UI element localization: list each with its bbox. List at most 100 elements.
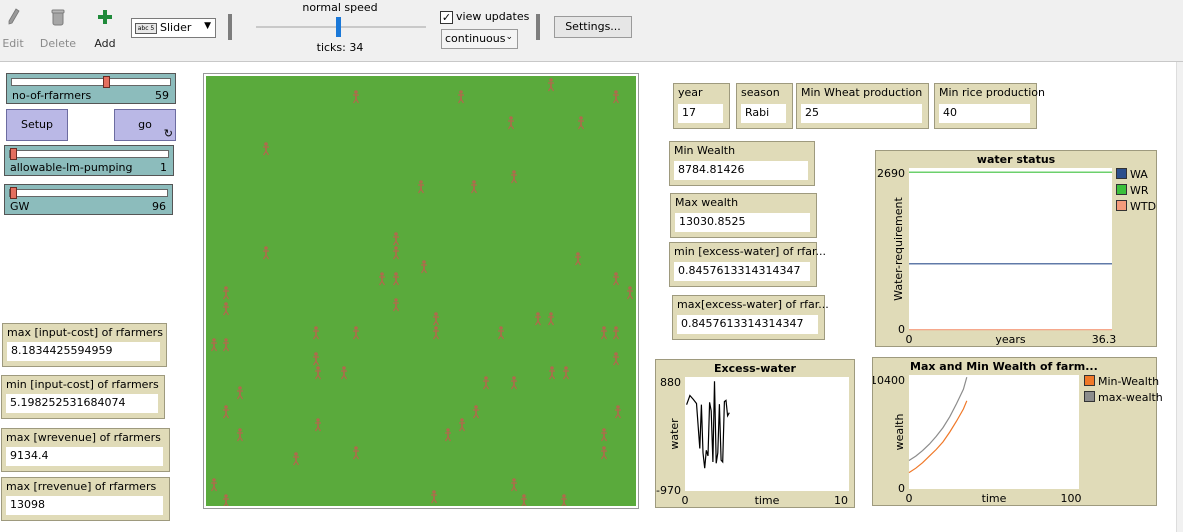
setup-button-label: Setup (20, 118, 54, 131)
view-updates-label: view updates (456, 10, 530, 23)
slider-value: 59 (155, 89, 169, 102)
slider-allowable-lm-pumping[interactable]: allowable-lm-pumping 1 (4, 145, 174, 176)
x-axis-min-label: 0 (906, 492, 913, 505)
monitor-label: Min Wealth (674, 144, 736, 157)
slider-thumb[interactable] (10, 148, 17, 160)
monitor-label: min [excess-water] of rfar... (674, 245, 827, 258)
add-label: Add (94, 37, 116, 50)
monitor-min-input-cost: min [input-cost] of rfarmers 5.198252531… (1, 375, 165, 419)
slider-gw[interactable]: GW 96 (4, 184, 173, 215)
interface-toolbar: Edit Delete Add abc 5 Slider ▼ normal sp… (0, 0, 1183, 62)
monitor-max-excess-water: max[excess-water] of rfar... 0.845761331… (672, 295, 829, 340)
monitor-label: max [rrevenue] of rfarmers (6, 480, 157, 493)
settings-button[interactable]: Settings... (554, 16, 632, 38)
monitor-value: 25 (801, 104, 922, 123)
legend-label: WA (1130, 168, 1148, 181)
speed-slider-thumb[interactable] (336, 17, 341, 37)
plot-area (909, 375, 1079, 489)
speed-label: normal speed (302, 1, 378, 14)
monitor-label: season (741, 86, 780, 99)
monitor-label: Max wealth (675, 196, 739, 209)
view-updates-checkbox[interactable]: ✓ (440, 11, 453, 24)
world-view[interactable] (203, 73, 639, 509)
slider-widget-icon: abc 5 (135, 23, 157, 34)
world-canvas[interactable] (206, 76, 636, 506)
monitor-min-wheat-production: Min Wheat production 25 (796, 83, 929, 129)
toolbar-divider (228, 14, 232, 40)
slider-name: no-of-rfarmers (12, 89, 92, 102)
monitor-max-wrevenue: max [wrevenue] of rfarmers 9134.4 (1, 428, 170, 472)
legend-swatch (1116, 184, 1127, 195)
plot-canvas: 880 -9700 10 time water (656, 376, 849, 507)
monitor-min-excess-water: min [excess-water] of rfar... 0.84576133… (669, 242, 826, 287)
monitor-value: Rabi (741, 104, 786, 123)
legend-entry-wr: WR (1116, 184, 1156, 200)
plot-excess-water: Excess-water 880 -970 0 10 time water (655, 359, 855, 508)
x-axis-max-label: 36.3 (1092, 333, 1117, 346)
monitor-season: season Rabi (736, 83, 793, 129)
vertical-scrollbar[interactable] (1176, 62, 1183, 532)
legend-entry-max-wealth: max-wealth (1084, 391, 1163, 407)
y-axis-max-label: 10400 (873, 374, 905, 387)
chevron-down-icon: ▼ (204, 21, 211, 31)
update-mode-select[interactable]: continuous ⌄ (441, 29, 518, 49)
legend-label: WR (1130, 184, 1149, 197)
setup-button[interactable]: Setup (6, 109, 68, 141)
slider-thumb[interactable] (10, 187, 17, 199)
x-axis-title: years (995, 333, 1026, 346)
monitor-value: 17 (678, 104, 723, 123)
monitor-value: 13030.8525 (675, 213, 810, 232)
toolbar-divider (536, 14, 540, 40)
legend-swatch (1084, 391, 1095, 402)
x-axis-max-label: 100 (1061, 492, 1082, 505)
ticks-counter: ticks: 34 (316, 41, 364, 54)
slider-no-of-rfarmers[interactable]: no-of-rfarmers 59 (6, 73, 176, 104)
monitor-label: max[excess-water] of rfar... (677, 298, 829, 311)
edit-label: Edit (2, 37, 24, 50)
speed-slider-track[interactable] (256, 26, 426, 28)
x-axis-title: time (755, 494, 780, 507)
update-mode-value: continuous (445, 32, 506, 45)
legend-entry-wtd: WTD (1116, 200, 1156, 216)
plot-area (909, 168, 1112, 330)
slider-thumb[interactable] (103, 76, 110, 88)
forever-loop-icon: ↻ (163, 127, 173, 140)
edit-tool[interactable]: Edit (0, 6, 26, 50)
monitor-max-rrevenue: max [rrevenue] of rfarmers 13098 (1, 477, 170, 521)
monitor-value: 8.1834425594959 (7, 342, 160, 361)
y-axis-min-label: 0 (898, 323, 905, 336)
widget-type-select[interactable]: abc 5 Slider ▼ (131, 18, 216, 38)
monitor-label: Min rice production (939, 86, 1045, 99)
delete-label: Delete (39, 37, 77, 50)
monitor-label: min [input-cost] of rfarmers (6, 378, 159, 391)
monitor-value: 40 (939, 104, 1030, 123)
y-axis-max-label: 2690 (877, 167, 905, 180)
x-axis-max-label: 10 (834, 494, 848, 507)
monitor-max-input-cost: max [input-cost] of rfarmers 8.183442559… (2, 323, 167, 367)
monitor-label: max [input-cost] of rfarmers (7, 326, 163, 339)
legend-label: WTD (1130, 200, 1157, 213)
plot-legend: Min-Wealth max-wealth (1084, 375, 1163, 407)
slider-name: GW (10, 200, 30, 213)
monitor-min-wealth: Min Wealth 8784.81426 (669, 141, 815, 186)
slider-name: allowable-lm-pumping (10, 161, 133, 174)
legend-swatch (1084, 375, 1095, 386)
add-tool[interactable]: Add (92, 6, 118, 50)
monitor-value: 5.198252531684074 (6, 394, 158, 413)
slider-track[interactable] (9, 189, 168, 197)
legend-label: Min-Wealth (1098, 375, 1160, 388)
monitor-value: 0.8457613314314347 (674, 262, 810, 281)
world-patches (206, 76, 636, 506)
delete-tool[interactable]: Delete (39, 6, 77, 50)
monitor-label: max [wrevenue] of rfarmers (6, 431, 161, 444)
monitor-label: year (678, 86, 703, 99)
slider-track[interactable] (9, 150, 169, 158)
monitor-min-rice-production: Min rice production 40 (934, 83, 1045, 129)
go-button[interactable]: go ↻ (114, 109, 176, 141)
legend-label: max-wealth (1098, 391, 1163, 404)
slider-track[interactable] (11, 78, 171, 86)
x-axis-title: time (982, 492, 1007, 505)
legend-entry-wa: WA (1116, 168, 1156, 184)
slider-value: 96 (152, 200, 166, 213)
y-axis-min-label: 0 (898, 482, 905, 495)
